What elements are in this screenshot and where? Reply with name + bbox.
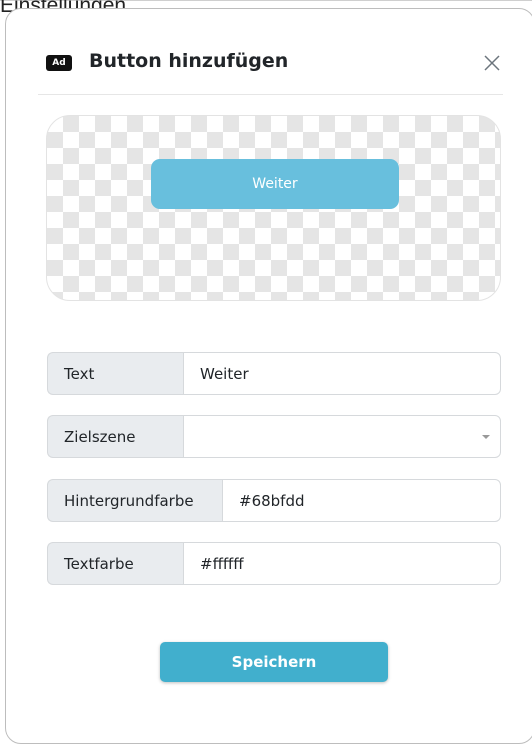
header-divider <box>38 94 503 95</box>
text-field-label: Text <box>47 352 183 395</box>
background-color-row: Hintergrundfarbe #68bfdd <box>47 479 501 522</box>
text-input[interactable]: Weiter <box>183 352 501 395</box>
add-button-dialog: Ad Button hinzufügen Weiter Text Weiter … <box>5 8 532 744</box>
background-color-label: Hintergrundfarbe <box>47 479 222 522</box>
dialog-header: Ad Button hinzufügen <box>6 9 532 95</box>
dialog-title: Button hinzufügen <box>89 50 289 72</box>
chevron-down-icon <box>482 434 490 439</box>
save-button[interactable]: Speichern <box>160 642 388 682</box>
text-color-label: Textfarbe <box>47 542 183 585</box>
button-preview-area: Weiter <box>46 115 501 301</box>
text-color-input[interactable]: #ffffff <box>183 542 501 585</box>
background-color-input[interactable]: #68bfdd <box>222 479 501 522</box>
target-scene-label: Zielszene <box>47 415 183 458</box>
text-field-row: Text Weiter <box>47 352 501 395</box>
close-icon[interactable] <box>481 52 503 74</box>
preview-button: Weiter <box>151 159 399 209</box>
ad-icon: Ad <box>46 55 72 71</box>
target-scene-select[interactable] <box>183 415 501 458</box>
text-color-row: Textfarbe #ffffff <box>47 542 501 585</box>
target-scene-row: Zielszene <box>47 415 501 458</box>
